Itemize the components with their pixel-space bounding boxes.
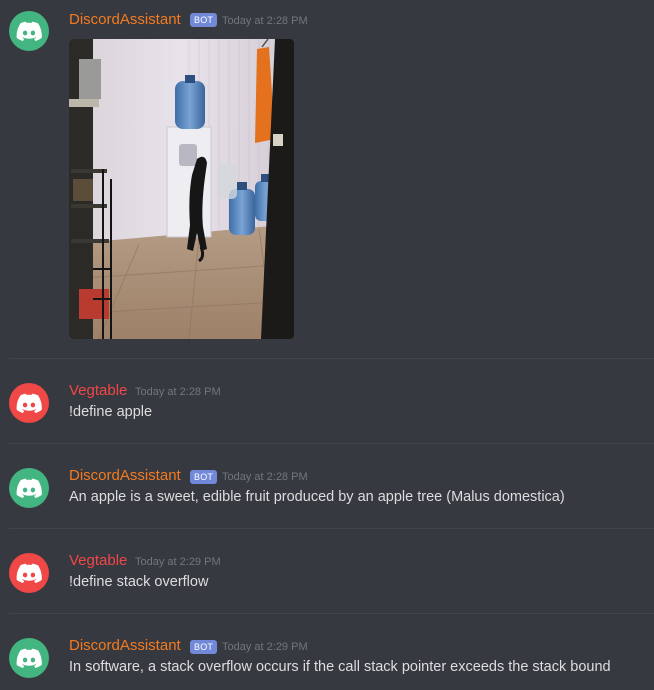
bot-badge: BOT	[190, 470, 218, 484]
message-text: In software, a stack overflow occurs if …	[69, 659, 611, 675]
message-divider	[9, 443, 654, 444]
discord-logo-icon	[16, 563, 42, 583]
bot-badge: BOT	[190, 640, 218, 654]
message-divider	[9, 613, 654, 614]
message-text: !define stack overflow	[69, 574, 209, 590]
author-name[interactable]: Vegtable	[69, 552, 127, 570]
avatar[interactable]	[9, 383, 49, 423]
timestamp: Today at 2:28 PM	[222, 15, 308, 27]
timestamp: Today at 2:28 PM	[222, 471, 308, 483]
author-name[interactable]: Vegtable	[69, 382, 127, 400]
discord-logo-icon	[16, 648, 42, 668]
attachment-image[interactable]	[69, 39, 294, 339]
avatar[interactable]	[9, 468, 49, 508]
author-name[interactable]: DiscordAssistant	[69, 11, 181, 29]
message-divider	[9, 528, 654, 529]
discord-logo-icon	[16, 21, 42, 41]
message-text: An apple is a sweet, edible fruit produc…	[69, 489, 565, 505]
cat-photo-illustration	[69, 39, 294, 339]
discord-logo-icon	[16, 393, 42, 413]
avatar[interactable]	[9, 638, 49, 678]
timestamp: Today at 2:29 PM	[222, 641, 308, 653]
discord-logo-icon	[16, 478, 42, 498]
message-text: !define apple	[69, 404, 153, 420]
timestamp: Today at 2:28 PM	[135, 386, 221, 398]
avatar[interactable]	[9, 11, 49, 51]
timestamp: Today at 2:29 PM	[135, 556, 221, 568]
avatar[interactable]	[9, 553, 49, 593]
message-divider	[9, 358, 654, 359]
author-name[interactable]: DiscordAssistant	[69, 637, 181, 655]
author-name[interactable]: DiscordAssistant	[69, 467, 181, 485]
bot-badge: BOT	[190, 13, 218, 27]
